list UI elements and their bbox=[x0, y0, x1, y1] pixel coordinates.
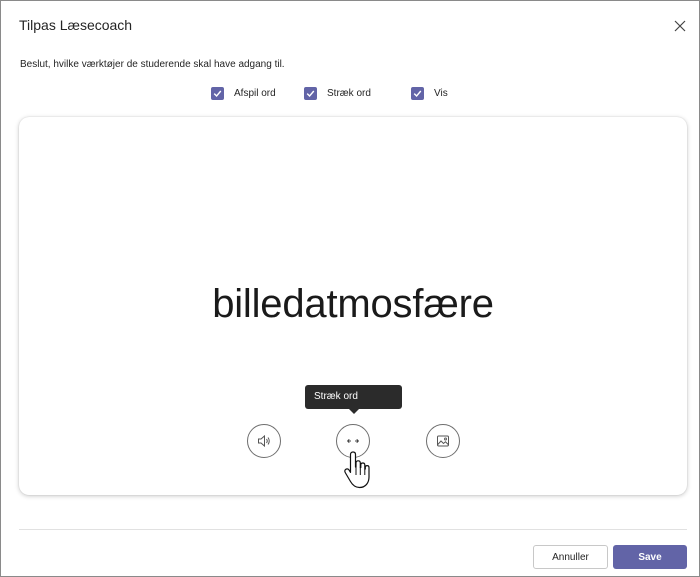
show-picture-button[interactable] bbox=[426, 424, 460, 458]
checkbox-checked-icon[interactable] bbox=[211, 86, 224, 100]
customize-dialog: Tilpas Læsecoach Beslut, hvilke værktøje… bbox=[0, 0, 700, 577]
play-word-button[interactable] bbox=[247, 424, 281, 458]
footer-divider bbox=[19, 529, 687, 530]
picture-icon bbox=[437, 435, 449, 447]
speaker-icon bbox=[258, 434, 270, 448]
close-button[interactable] bbox=[670, 16, 690, 36]
option-show[interactable]: Vis bbox=[411, 83, 448, 103]
preview-word: billedatmosfære bbox=[212, 282, 494, 326]
preview-card: billedatmosfære Stræk ord bbox=[19, 117, 687, 495]
option-label: Stræk ord bbox=[327, 87, 371, 99]
cancel-button[interactable]: Annuller bbox=[533, 545, 608, 569]
option-stretch-word[interactable]: Stræk ord bbox=[304, 83, 371, 103]
checkbox-checked-icon[interactable] bbox=[411, 86, 424, 100]
checkbox-checked-icon[interactable] bbox=[304, 86, 317, 100]
stretch-arrows-icon bbox=[347, 438, 359, 444]
option-label: Vis bbox=[434, 87, 448, 99]
close-icon bbox=[674, 20, 686, 32]
option-label: Afspil ord bbox=[234, 87, 276, 99]
instruction-text: Beslut, hvilke værktøjer de studerende s… bbox=[20, 59, 285, 70]
hand-pointer-cursor-icon bbox=[344, 451, 370, 489]
tooltip-arrow bbox=[349, 409, 359, 414]
save-button[interactable]: Save bbox=[613, 545, 687, 569]
option-play-word[interactable]: Afspil ord bbox=[211, 83, 276, 103]
tool-options: Afspil ord Stræk ord Vis bbox=[1, 83, 699, 103]
tooltip: Stræk ord bbox=[305, 385, 402, 409]
dialog-title: Tilpas Læsecoach bbox=[19, 17, 133, 33]
